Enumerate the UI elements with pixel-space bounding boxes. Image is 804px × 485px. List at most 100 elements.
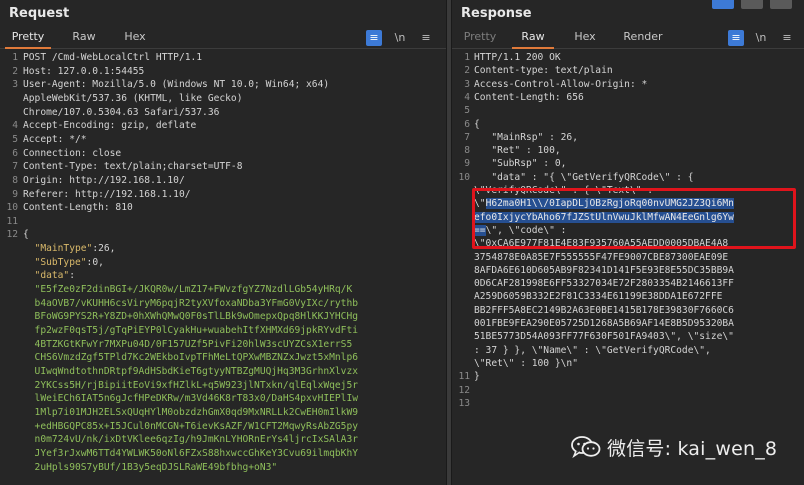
code-line: 0D6CAF281998E6FF53327034E72F2803354B2146… [474,278,734,289]
code-line: : 37 } }, \"Name\" : \"GetVerifyQRCode\"… [474,345,711,356]
line-number: 5 [464,105,470,117]
code-line: HTTP/1.1 200 OK [474,52,561,63]
code-token: User-Agent: Mozilla/5.0 (Windows NT 10.0… [23,79,330,91]
line-number: 1 [12,52,18,63]
line-number: 6 [12,147,18,159]
layout-stacked-icon[interactable] [741,0,763,9]
code-line: BFoWG9PYS2R+Y8ZD+0hXWhQMwQ0F0sTlLBk9wOme… [23,311,358,322]
code-line: 2uHpls90S7yBUf/1B3y5eqDJSLRaWE49bfbhg+oN… [23,461,278,473]
line-number: 7 [464,131,470,143]
line-number: 3 [12,79,18,91]
code-line: "E5fZe0zF2dinBGI+/JKQR0w/LmZ17+FWvzfgYZ7… [23,284,353,296]
line-number: 6 [464,118,470,130]
code-line: JYef3rJxwM6TTd4YWLWK50oNl6FZxS88hxwccGhK… [23,448,358,459]
request-tab-hex[interactable]: Hex [114,27,156,49]
code-line: +edHBGQPC85x+I5JCul0nMCGN+T6ievKsAZF/W1C… [23,421,358,432]
line-number: 7 [12,161,18,173]
line-number: 11 [6,215,18,227]
code-token: "MainRsp" : 26, [474,131,578,143]
response-newline-toggle[interactable]: \n [752,30,770,46]
response-tab-render[interactable]: Render [618,27,668,49]
code-line: n0m724vU/nk/ixDtVKlee6qzIg/h9JmKnLYHORnE… [23,434,358,445]
response-editor[interactable]: 1 HTTP/1.1 200 OK 2 Content-type: text/plai… [452,50,804,485]
code-line: { [23,229,29,240]
code-line: \"Ret\" : 100 }\n" [474,358,578,369]
code-token: CHS6VmzdZgf5TPld7Kc2WEkboIvpTFhMeLtQPXwM… [23,352,359,364]
code-token: +edHBGQPC85x+I5JCul0nMCGN+T6ievKsAZF/W1C… [23,420,359,432]
code-line: Origin: http://192.168.1.10/ [23,175,185,186]
code-token: 2uHpls90S7yBUf/1B3y5eqDJSLRaWE49bfbhg+oN… [23,461,278,473]
code-line: Referer: http://192.168.1.10/ [23,189,191,200]
line-number: 13 [458,397,470,409]
code-line: CHS6VmzdZgf5TPld7Kc2WEkboIvpTFhMeLtQPXwM… [23,352,358,363]
line-number: 12 [458,384,470,396]
code-line: "Ret" : 100, [474,145,560,156]
code-token: 4BTZKGtKFwYr7MXPu04D/0F157UZf5PivFi20hlW… [23,338,353,350]
code-token: { [23,229,29,241]
request-tab-pretty[interactable]: Pretty [5,27,51,49]
code-line: 1Mlp7i01MJH2ELSxQUqHYlM0obzdzhGmX0qd9MxN… [23,407,358,418]
code-line: 2YKCss5H/rjBipiitEoVi9xfHZlkL+q5W923jlNT… [23,380,358,391]
code-token: BB2FFF5A8EC2149B2A63E0BE1415B178E39830F7… [474,304,734,316]
line-number: 4 [12,120,18,132]
code-token: "data" : "{ \"GetVerifyQRCode\" : { [474,171,694,183]
wechat-icon [571,435,601,459]
response-tabbar: Pretty Raw Hex Render ≡ \n ≡ [452,27,804,49]
code-token: HTTP/1.1 200 OK [474,52,561,63]
line-number: 2 [464,65,470,77]
request-tabbar: Pretty Raw Hex ≡ \n ≡ [0,27,446,49]
request-newline-toggle[interactable]: \n [391,30,409,46]
code-token: } [474,371,480,383]
code-token: A259D6059B332E2F81C3334E61199E38DDA1E672… [474,291,723,303]
code-token: :0, [86,256,104,268]
line-number: 8 [464,145,470,157]
code-line: BB2FFF5A8EC2149B2A63E0BE1415B178E39830F7… [474,305,734,316]
line-number: 4 [464,91,470,103]
response-tab-pretty[interactable]: Pretty [458,27,502,49]
code-token: Connection: close [23,147,122,159]
code-line: UIwqWndtothnDRtpf9AdHSbdKieT6gtyyNTBZgMU… [23,366,358,377]
request-tab-raw[interactable]: Raw [63,27,105,49]
code-line: User-Agent: Mozilla/5.0 (Windows NT 10.0… [23,79,329,90]
code-line: Content-Length: 656 [474,92,584,103]
code-line: 001FBE9FEA290E05725D1268A5B69AF14E8B5D95… [474,318,734,329]
code-line: 8AFDA6E610D605AB9F82341D141F5E93E8E55DC3… [474,265,734,276]
request-editor[interactable]: 1 POST /Cmd-WebLocalCtrl HTTP/1.1 2 Host: 1… [0,50,446,485]
request-menu-icon[interactable]: ≡ [419,30,433,46]
code-token: Chrome/107.0.5304.63 Safari/537.36 [23,106,220,118]
code-line: Host: 127.0.0.1:54455 [23,66,144,77]
line-number: 10 [6,202,18,214]
code-token: JYef3rJxwM6TTd4YWLWK50oNl6FZxS88hxwccGhK… [23,447,359,459]
code-token: : [69,270,75,282]
code-line: AppleWebKit/537.36 (KHTML, like Gecko) [23,93,243,104]
response-tab-hex[interactable]: Hex [564,27,606,49]
code-token: Accept-Encoding: gzip, deflate [23,120,197,132]
code-line: Content-Type: text/plain;charset=UTF-8 [23,161,243,172]
code-line: 51BE5773D54A093FF77F630F501FA9403\", \"s… [474,331,734,342]
code-token: lWeiECh6IAT5n6gJcfHPeDKRw/m3Vd46K8rT83x0… [23,393,359,405]
code-line: lWeiECh6IAT5n6gJcfHPeDKRw/m3Vd46K8rT83x0… [23,393,358,404]
code-line: b4aOVB7/vKUHH6csViryM6pqjR2tyXVfoxaNDba3… [23,298,358,309]
code-token: 1Mlp7i01MJH2ELSxQUqHYlM0obzdzhGmX0qd9MxN… [23,406,359,418]
line-number: 9 [464,158,470,170]
layout-tabs-icon[interactable] [770,0,792,9]
code-token: "E5fZe0zF2dinBGI+/JKQR0w/LmZ17+FWvzfgYZ7… [23,284,353,296]
code-token: { [474,118,480,130]
code-line: } [474,371,480,382]
request-panel: Request Pretty Raw Hex ≡ \n ≡ 1 POST /Cmd… [0,0,446,485]
code-token: Access-Control-Allow-Origin: * [474,78,648,90]
code-token: BFoWG9PYS2R+Y8ZD+0hXWhQMwQ0F0sTlLBk9wOme… [23,311,359,323]
code-line: Accept-Encoding: gzip, deflate [23,120,196,131]
code-token: Host: 127.0.0.1:54455 [23,65,145,77]
response-tab-raw[interactable]: Raw [512,27,554,49]
line-number: 9 [12,188,18,200]
code-line: Chrome/107.0.5304.63 Safari/537.36 [23,107,219,118]
code-line: "SubType":0, [23,257,104,268]
code-line: 4BTZKGtKFwYr7MXPu04D/0F157UZf5PivFi20hlW… [23,338,353,350]
layout-side-by-side-icon[interactable] [712,0,734,9]
response-wrap-toggle-icon[interactable]: ≡ [728,30,744,46]
code-line: POST /Cmd-WebLocalCtrl HTTP/1.1 [23,52,202,63]
request-wrap-toggle-icon[interactable]: ≡ [366,30,382,46]
line-number: 11 [458,371,470,383]
response-menu-icon[interactable]: ≡ [780,30,794,46]
